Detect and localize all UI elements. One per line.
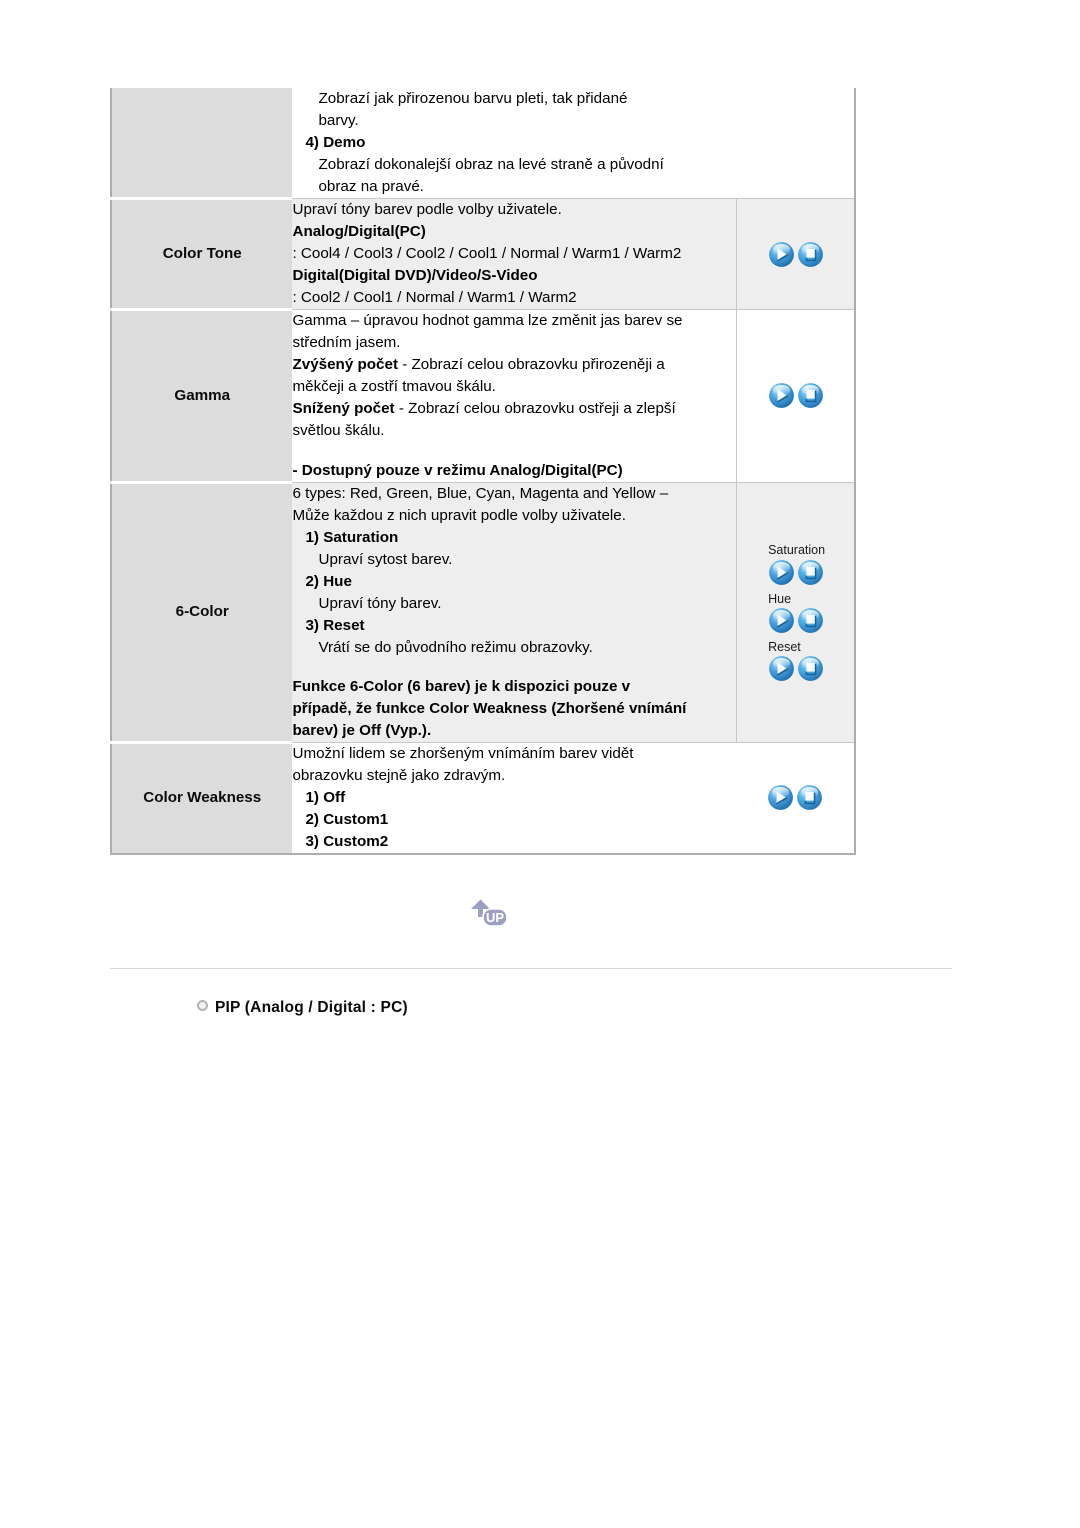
description-line: 3) Custom2	[305, 833, 389, 850]
description-line: : Cool2 / Cool1 / Normal / Warm1 / Warm2	[292, 289, 577, 307]
description-line: 3) Reset	[305, 616, 365, 634]
description-line: Může každou z nich upravit podle volby u…	[292, 506, 626, 524]
osd-enter-button-icon[interactable]	[767, 784, 794, 811]
osd-button-pair	[767, 607, 825, 634]
osd-enter-button-icon[interactable]	[768, 559, 795, 586]
osd-button-caption: Saturation	[768, 543, 826, 558]
row-description-cell: Zobrazí jak přirozenou barvu pleti, tak …	[292, 88, 737, 200]
description-line: případě, že funkce Color Weakness (Zhorš…	[292, 699, 687, 717]
osd-return-button-icon[interactable]	[797, 241, 824, 268]
description-line: světlou škálu.	[292, 422, 385, 440]
table-row: Color Weakness Umožní lidem se zhoršeným …	[111, 742, 855, 855]
description-line: - Dostupný pouze v režimu Analog/Digital…	[292, 461, 623, 479]
description-line: Gamma – úpravou hodnot gamma lze změnit …	[292, 312, 683, 330]
osd-enter-button-icon[interactable]	[768, 382, 795, 409]
description-line: Vrátí se do původního režimu obrazovky.	[318, 638, 593, 656]
osd-return-button-icon[interactable]	[797, 382, 824, 409]
circle-bullet-icon	[197, 1000, 208, 1011]
description-line: Upraví tóny barev.	[318, 594, 442, 612]
table-row: 6-Color 6 types: Red, Green, Blue, Cyan, …	[111, 482, 855, 744]
osd-return-button-icon[interactable]	[797, 559, 824, 586]
row-label-cell: 6-Color	[111, 482, 293, 744]
table-row: Color Tone Upraví tóny barev podle volby …	[111, 198, 855, 312]
osd-enter-button-icon[interactable]	[768, 241, 795, 268]
description-line: Upraví sytost barev.	[318, 550, 453, 568]
description-line: 2) Hue	[305, 572, 352, 590]
row-label-cell: Color Tone	[111, 198, 293, 312]
osd-settings-table: Zobrazí jak přirozenou barvu pleti, tak …	[110, 88, 856, 856]
osd-enter-button-icon[interactable]	[768, 655, 795, 682]
description-line: 6 types: Red, Green, Blue, Cyan, Magenta…	[292, 484, 669, 502]
description-line: : Cool4 / Cool3 / Cool2 / Cool1 / Normal…	[292, 245, 682, 263]
description-line: 2) Custom1	[305, 810, 389, 828]
row-buttons-cell	[736, 88, 855, 200]
line-spacer	[292, 659, 736, 676]
description-line: Snížený počet - Zobrazí celou obrazovku …	[292, 400, 676, 418]
osd-button-pair	[766, 784, 824, 811]
row-description-cell: Gamma – úpravou hodnot gamma lze změnit …	[292, 309, 737, 483]
row-label: Color Tone	[162, 245, 242, 263]
description-line: měkčeji a zostří tmavou škálu.	[292, 378, 496, 396]
table-row: Gamma Gamma – úpravou hodnot gamma lze zm…	[111, 309, 855, 484]
row-label-cell: Gamma	[111, 309, 293, 484]
row-label: Color Weakness	[143, 789, 262, 807]
row-buttons-cell	[736, 742, 855, 855]
osd-return-button-icon[interactable]	[797, 655, 824, 682]
row-label: Gamma	[174, 386, 231, 404]
up-button[interactable]: UP	[462, 896, 512, 934]
description-line: Zobrazí jak přirozenou barvu pleti, tak …	[318, 90, 628, 107]
horizontal-divider	[110, 968, 952, 969]
row-label-cell	[111, 88, 293, 201]
description-line: středním jasem.	[292, 334, 401, 352]
row-buttons-cell	[736, 198, 855, 311]
description-line: 1) Saturation	[305, 528, 399, 546]
row-label: 6-Color	[175, 603, 229, 621]
description-line: Upraví tóny barev podle volby uživatele.	[292, 201, 562, 219]
osd-button-row	[766, 607, 825, 634]
osd-button-row	[766, 559, 825, 586]
description-line: barev) je Off (Vyp.).	[292, 721, 432, 739]
osd-button-group: Saturation Hue Reset	[766, 542, 825, 682]
row-description-cell: Umožní lidem se zhoršeným vnímáním barev…	[292, 742, 737, 855]
up-button-label: UP	[486, 910, 504, 925]
description-line: obraz na pravé.	[318, 178, 425, 196]
line-emphasis: Snížený počet	[292, 400, 395, 418]
row-description-cell: Upraví tóny barev podle volby uživatele.…	[292, 198, 737, 311]
osd-button-pair	[767, 559, 825, 586]
row-buttons-cell	[736, 309, 855, 483]
osd-return-button-icon[interactable]	[796, 784, 823, 811]
description-line: 1) Off	[305, 788, 346, 806]
table-row: Zobrazí jak přirozenou barvu pleti, tak …	[111, 88, 855, 201]
osd-button-row	[766, 655, 825, 682]
osd-button-pair	[767, 241, 825, 268]
description-line: Zvýšený počet - Zobrazí celou obrazovku …	[292, 356, 665, 374]
line-emphasis: Zvýšený počet	[292, 356, 398, 374]
row-label-cell: Color Weakness	[111, 742, 293, 855]
description-line: Zobrazí dokonalejší obraz na levé straně…	[318, 156, 664, 174]
osd-enter-button-icon[interactable]	[768, 607, 795, 634]
description-line: Analog/Digital(PC)	[292, 223, 426, 241]
pip-section-heading-label: PIP (Analog / Digital : PC)	[215, 999, 408, 1016]
row-buttons-cell: Saturation Hue Reset	[736, 482, 855, 743]
description-line: obrazovku stejně jako zdravým.	[292, 766, 506, 784]
osd-button-pair	[767, 655, 825, 682]
osd-button-caption: Reset	[768, 639, 801, 654]
osd-button-caption: Hue	[768, 591, 792, 606]
osd-button-pair	[767, 382, 825, 409]
osd-return-button-icon[interactable]	[797, 607, 824, 634]
line-spacer	[292, 443, 736, 460]
description-line: Funkce 6-Color (6 barev) je k dispozici …	[292, 677, 631, 695]
pip-section-heading: PIP (Analog / Digital : PC)	[197, 999, 408, 1017]
description-line: Umožní lidem se zhoršeným vnímáním barev…	[292, 744, 634, 762]
description-line: 4) Demo	[305, 134, 366, 152]
description-line: barvy.	[318, 112, 359, 130]
row-description-cell: 6 types: Red, Green, Blue, Cyan, Magenta…	[292, 482, 737, 743]
up-arrow-icon: UP	[470, 898, 508, 927]
description-line: Digital(Digital DVD)/Video/S-Video	[292, 267, 538, 285]
osd-table-body: Zobrazí jak přirozenou barvu pleti, tak …	[111, 88, 855, 855]
